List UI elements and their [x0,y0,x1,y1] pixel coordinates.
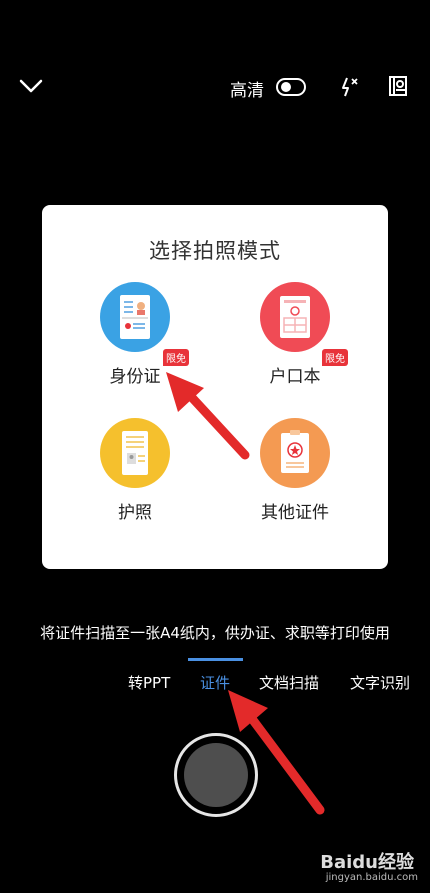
annotation-arrow-icon [166,372,250,460]
hint-text: 将证件扫描至一张A4纸内，供办证、求职等打印使用 [40,624,390,642]
shutter-inner [184,743,248,807]
free-badge: 限免 [322,349,348,366]
watermark-logo: Baidu经验 [320,852,414,873]
gallery-icon[interactable] [386,74,410,98]
dialog-title: 选择拍照模式 [149,239,281,263]
option-label: 护照 [118,503,152,523]
hd-label: 高清 [230,81,264,101]
toggle-knob [281,82,291,92]
option-label: 其他证件 [261,503,329,523]
tab-certificate[interactable]: 证件 [200,672,230,693]
other-certificate-icon [260,418,330,488]
tab-ppt[interactable]: 转PPT [128,672,170,693]
id-card-icon [100,282,170,352]
collapse-chevron-icon[interactable] [18,76,44,96]
active-tab-indicator [188,658,243,661]
free-badge: 限免 [163,349,189,366]
shutter-button[interactable] [174,733,258,817]
tab-text-recognition[interactable]: 文字识别 [350,672,410,693]
tab-document-scan[interactable]: 文档扫描 [259,672,319,693]
hd-toggle[interactable] [276,78,306,96]
watermark-url: jingyan.baidu.com [325,872,418,883]
mode-tabs: 转PPT 证件 文档扫描 文字识别 [0,672,430,696]
flash-off-icon[interactable] [337,75,361,99]
household-register-icon [260,282,330,352]
